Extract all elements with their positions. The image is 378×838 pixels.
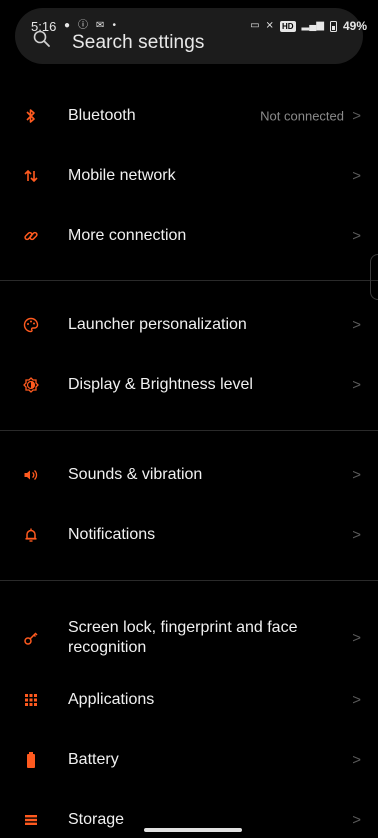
bell-icon <box>22 526 40 544</box>
edge-panel-handle[interactable] <box>370 254 378 300</box>
settings-item-display-brightness[interactable]: Display & Brightness level > <box>0 355 378 415</box>
chevron-right-icon: > <box>352 316 361 334</box>
settings-item-sounds-vibration[interactable]: Sounds & vibration > <box>0 445 378 505</box>
chevron-right-icon: > <box>352 376 361 394</box>
speaker-icon <box>22 466 40 484</box>
settings-item-label: Display & Brightness level <box>68 376 253 393</box>
bluetooth-status: Not connected <box>260 108 344 124</box>
storage-icon <box>22 811 40 829</box>
status-bar: 5:16 ● ⓘ ✉ • ▭ ⨯ HD ▂▄▆ 49% <box>0 16 378 36</box>
message-icon: ● <box>64 20 71 31</box>
chevron-right-icon: > <box>352 629 361 647</box>
status-time: 5:16 <box>31 19 57 34</box>
chevron-right-icon: > <box>352 526 361 544</box>
settings-item-mobile-network[interactable]: Mobile network > <box>0 146 378 206</box>
settings-item-label: More connection <box>68 227 187 244</box>
settings-item-label: Battery <box>68 751 119 768</box>
system-status-icons: ▭ ⨯ HD ▂▄▆ 49% <box>250 19 367 33</box>
chevron-right-icon: > <box>352 751 361 769</box>
settings-screen: Search settings 5:16 ● ⓘ ✉ • ▭ ⨯ HD ▂▄▆ … <box>0 0 378 838</box>
signal-icon: ▂▄▆ <box>301 20 324 31</box>
settings-item-label: Launcher personalization <box>68 316 247 333</box>
info-icon: ⓘ <box>78 20 89 31</box>
chevron-right-icon: > <box>352 227 361 245</box>
settings-item-label: Sounds & vibration <box>68 466 203 483</box>
mute-icon: ⨯ <box>265 20 274 31</box>
settings-item-label: Mobile network <box>68 167 176 184</box>
hd-voice-icon: HD <box>279 20 296 32</box>
brightness-icon <box>22 376 40 394</box>
settings-item-label: Storage <box>68 811 125 828</box>
settings-item-applications[interactable]: Applications > <box>0 670 378 730</box>
settings-item-more-connection[interactable]: More connection > <box>0 206 378 266</box>
home-indicator[interactable] <box>144 828 242 832</box>
settings-item-battery[interactable]: Battery > <box>0 730 378 790</box>
chevron-right-icon: > <box>352 107 361 125</box>
chevron-right-icon: > <box>352 167 361 185</box>
bluetooth-icon <box>22 107 40 125</box>
battery-icon <box>22 751 40 769</box>
dot-icon: • <box>112 20 116 31</box>
battery-status-icon <box>329 20 337 32</box>
settings-item-label: Applications <box>68 691 155 708</box>
apps-grid-icon <box>22 691 40 709</box>
section-divider <box>0 580 378 581</box>
nfc-icon: ▭ <box>250 20 260 31</box>
settings-item-notifications[interactable]: Notifications > <box>0 505 378 565</box>
chevron-right-icon: > <box>352 691 361 709</box>
settings-item-bluetooth[interactable]: Bluetooth Not connected > <box>0 86 378 146</box>
chevron-right-icon: > <box>352 466 361 484</box>
chevron-right-icon: > <box>352 811 361 829</box>
mobile-data-icon <box>22 167 40 185</box>
palette-icon <box>22 316 40 334</box>
battery-percent: 49% <box>342 19 367 33</box>
settings-item-label: Screen lock, fingerprint and face recogn… <box>68 619 298 656</box>
settings-item-launcher-personalization[interactable]: Launcher personalization > <box>0 295 378 355</box>
key-icon <box>22 629 40 647</box>
settings-item-screen-lock[interactable]: Screen lock, fingerprint and face recogn… <box>0 605 378 671</box>
mail-icon: ✉ <box>96 20 105 31</box>
settings-item-label: Notifications <box>68 526 156 543</box>
notification-icons: ● ⓘ ✉ • <box>64 20 116 32</box>
section-divider <box>0 430 378 431</box>
link-icon <box>22 227 40 245</box>
section-divider <box>0 280 378 281</box>
